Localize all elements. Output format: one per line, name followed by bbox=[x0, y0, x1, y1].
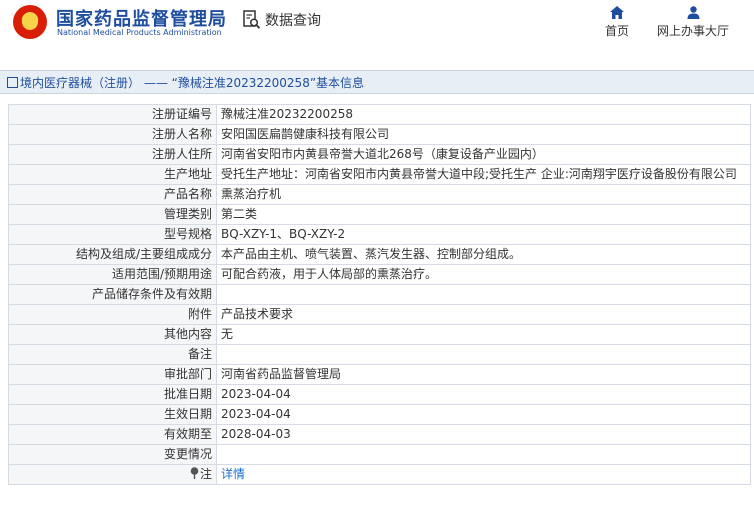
pin-icon bbox=[190, 467, 199, 479]
field-label: 附件 bbox=[8, 304, 217, 325]
data-query-tab[interactable]: 数据查询 bbox=[242, 10, 321, 30]
table-row: 变更情况 bbox=[8, 444, 751, 465]
user-icon bbox=[687, 6, 699, 19]
field-label: 注册证编号 bbox=[8, 104, 217, 125]
field-label: 其他内容 bbox=[8, 324, 217, 345]
field-label: 注册人住所 bbox=[8, 144, 217, 165]
details-link[interactable]: 详情 bbox=[221, 467, 245, 481]
table-row: 注册人名称 安阳国医扁鹊健康科技有限公司 bbox=[8, 124, 751, 145]
field-value: 可配合药液，用于人体局部的熏蒸治疗。 bbox=[216, 264, 751, 285]
field-label: 产品储存条件及有效期 bbox=[8, 284, 217, 305]
field-label: 管理类别 bbox=[8, 204, 217, 225]
note-label: 注 bbox=[199, 467, 212, 481]
device-info-table: 注册证编号 豫械注准20232200258 注册人名称 安阳国医扁鹊健康科技有限公司注… bbox=[8, 104, 751, 485]
field-value: 河南省药品监督管理局 bbox=[216, 364, 751, 385]
nav-online-service-label: 网上办事大厅 bbox=[657, 24, 730, 38]
nav-home-label: 首页 bbox=[605, 24, 630, 38]
field-label: 注 bbox=[8, 464, 217, 485]
table-row: 注册证编号 豫械注准20232200258 bbox=[8, 104, 751, 125]
table-row: 附件 产品技术要求 bbox=[8, 304, 751, 325]
site-header: 国家药品监督管理局 National Medical Products Admi… bbox=[0, 0, 754, 62]
table-row: 批准日期 2023-04-04 bbox=[8, 384, 751, 405]
field-value: 2023-04-04 bbox=[216, 384, 751, 405]
field-value: 本产品由主机、喷气装置、蒸汽发生器、控制部分组成。 bbox=[216, 244, 751, 265]
table-row: 型号规格 BQ-XZY-1、BQ-XZY-2 bbox=[8, 224, 751, 245]
field-label: 结构及组成/主要组成成分 bbox=[8, 244, 217, 265]
table-row: 其他内容无 bbox=[8, 324, 751, 345]
breadcrumb-icon bbox=[7, 77, 18, 88]
field-value: 无 bbox=[216, 324, 751, 345]
field-value: 豫械注准20232200258 bbox=[216, 104, 751, 125]
field-label: 产品名称 bbox=[8, 184, 217, 205]
field-label: 批准日期 bbox=[8, 384, 217, 405]
field-label: 备注 bbox=[8, 344, 217, 365]
field-value: 受托生产地址：河南省安阳市内黄县帝誉大道中段;受托生产 企业:河南翔宇医疗设备股… bbox=[216, 164, 751, 185]
field-label: 有效期至 bbox=[8, 424, 217, 445]
field-label: 生效日期 bbox=[8, 404, 217, 425]
table-row: 生效日期 2023-04-04 bbox=[8, 404, 751, 425]
field-value bbox=[216, 444, 751, 465]
field-label: 注册人名称 bbox=[8, 124, 217, 145]
field-value: 第二类 bbox=[216, 204, 751, 225]
table-row: 注册人住所 河南省安阳市内黄县帝誉大道北268号（康复设备产业园内） bbox=[8, 144, 751, 165]
table-row: 有效期至 2028-04-03 bbox=[8, 424, 751, 445]
field-label: 生产地址 bbox=[8, 164, 217, 185]
field-value: 河南省安阳市内黄县帝誉大道北268号（康复设备产业园内） bbox=[216, 144, 751, 165]
breadcrumb-text: 境内医疗器械（注册） —— “豫械注准20232200258”基本信息 bbox=[20, 76, 365, 90]
field-label: 适用范围/预期用途 bbox=[8, 264, 217, 285]
table-row: 产品名称 熏蒸治疗机 bbox=[8, 184, 751, 205]
field-value bbox=[216, 344, 751, 365]
field-label: 型号规格 bbox=[8, 224, 217, 245]
table-row: 产品储存条件及有效期 bbox=[8, 284, 751, 305]
field-value: 2028-04-03 bbox=[216, 424, 751, 445]
field-value: BQ-XZY-1、BQ-XZY-2 bbox=[216, 224, 751, 245]
nav-online-service-hall[interactable]: 网上办事大厅 bbox=[657, 6, 729, 39]
field-label: 审批部门 bbox=[8, 364, 217, 385]
table-row: 生产地址 受托生产地址：河南省安阳市内黄县帝誉大道中段;受托生产 企业:河南翔宇医… bbox=[8, 164, 751, 185]
field-value: 产品技术要求 bbox=[216, 304, 751, 325]
nav-home[interactable]: 首页 bbox=[605, 6, 629, 39]
field-value: 2023-04-04 bbox=[216, 404, 751, 425]
field-value: 详情 bbox=[216, 464, 751, 485]
field-value bbox=[216, 284, 751, 305]
emblem-logo bbox=[13, 5, 47, 39]
table-row: 管理类别 第二类 bbox=[8, 204, 751, 225]
site-name-english: National Medical Products Administration bbox=[57, 28, 222, 37]
table-row: 结构及组成/主要组成成分 本产品由主机、喷气装置、蒸汽发生器、控制部分组成。 bbox=[8, 244, 751, 265]
breadcrumb: 境内医疗器械（注册） —— “豫械注准20232200258”基本信息 bbox=[0, 70, 754, 94]
table-row: 备注 bbox=[8, 344, 751, 365]
field-value: 熏蒸治疗机 bbox=[216, 184, 751, 205]
table-row-note: 注详情 bbox=[8, 464, 751, 485]
table-row: 适用范围/预期用途 可配合药液，用于人体局部的熏蒸治疗。 bbox=[8, 264, 751, 285]
search-document-icon bbox=[243, 10, 261, 29]
data-query-label: 数据查询 bbox=[265, 13, 321, 29]
home-icon bbox=[610, 6, 624, 19]
field-value: 安阳国医扁鹊健康科技有限公司 bbox=[216, 124, 751, 145]
table-row: 审批部门 河南省药品监督管理局 bbox=[8, 364, 751, 385]
field-label: 变更情况 bbox=[8, 444, 217, 465]
